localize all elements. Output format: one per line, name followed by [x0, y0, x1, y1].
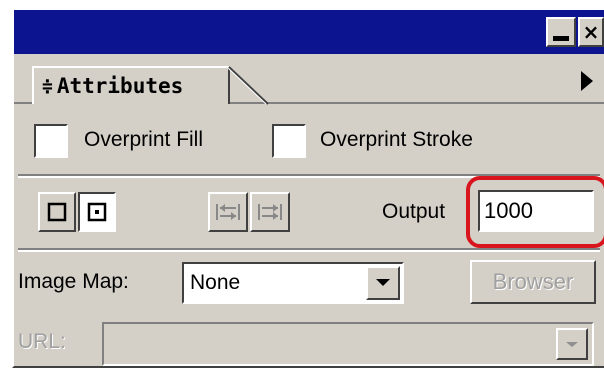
url-label: URL:	[18, 330, 66, 353]
right-triangle-icon	[581, 71, 593, 91]
attributes-panel: × ≑ Attributes Overprint Fill Overprint …	[12, 8, 604, 368]
chevron-down-icon	[566, 342, 578, 347]
overprint-stroke-label: Overprint Stroke	[320, 128, 473, 151]
arrows-in-button[interactable]	[208, 192, 248, 232]
browser-button[interactable]: Browser	[470, 260, 596, 304]
tab-label: Attributes	[56, 74, 184, 98]
updown-arrows-icon: ≑	[42, 75, 53, 97]
tab-row: ≑ Attributes	[14, 54, 604, 105]
panel-menu-button[interactable]	[572, 66, 602, 96]
overprint-fill-label: Overprint Fill	[84, 128, 204, 151]
close-button[interactable]: ×	[578, 17, 604, 47]
tab-attributes[interactable]: ≑ Attributes	[32, 66, 230, 104]
square-button[interactable]	[38, 192, 76, 232]
arrows-out-icon	[258, 204, 282, 220]
square-dot-icon	[87, 202, 107, 222]
close-icon: ×	[582, 20, 600, 44]
arrows-out-button[interactable]	[250, 192, 290, 232]
tab-edge	[228, 66, 269, 105]
image-map-dropdown-button[interactable]	[366, 266, 400, 300]
arrows-in-icon	[216, 204, 240, 220]
image-map-label: Image Map:	[18, 270, 129, 293]
image-map-value: None	[190, 271, 241, 294]
title-bar[interactable]: ×	[14, 10, 604, 54]
overprint-fill-checkbox[interactable]	[34, 124, 68, 158]
minimize-button[interactable]	[546, 17, 576, 47]
overprint-row: Overprint Fill Overprint Stroke	[14, 114, 604, 172]
output-label: Output	[382, 200, 446, 223]
chevron-down-icon	[376, 279, 390, 286]
overprint-stroke-checkbox[interactable]	[272, 124, 306, 158]
url-field[interactable]	[102, 322, 594, 366]
image-map-row: Image Map: None Browser	[14, 256, 604, 312]
square-icon	[47, 202, 67, 222]
divider	[18, 248, 600, 252]
image-map-select[interactable]: None	[182, 262, 404, 304]
minimize-icon	[553, 35, 569, 41]
output-highlight-outline	[466, 176, 604, 248]
url-dropdown-button[interactable]	[556, 328, 588, 360]
output-row: Output 1000	[14, 176, 604, 248]
square-dot-button[interactable]	[78, 192, 116, 232]
url-row: URL:	[14, 316, 604, 368]
